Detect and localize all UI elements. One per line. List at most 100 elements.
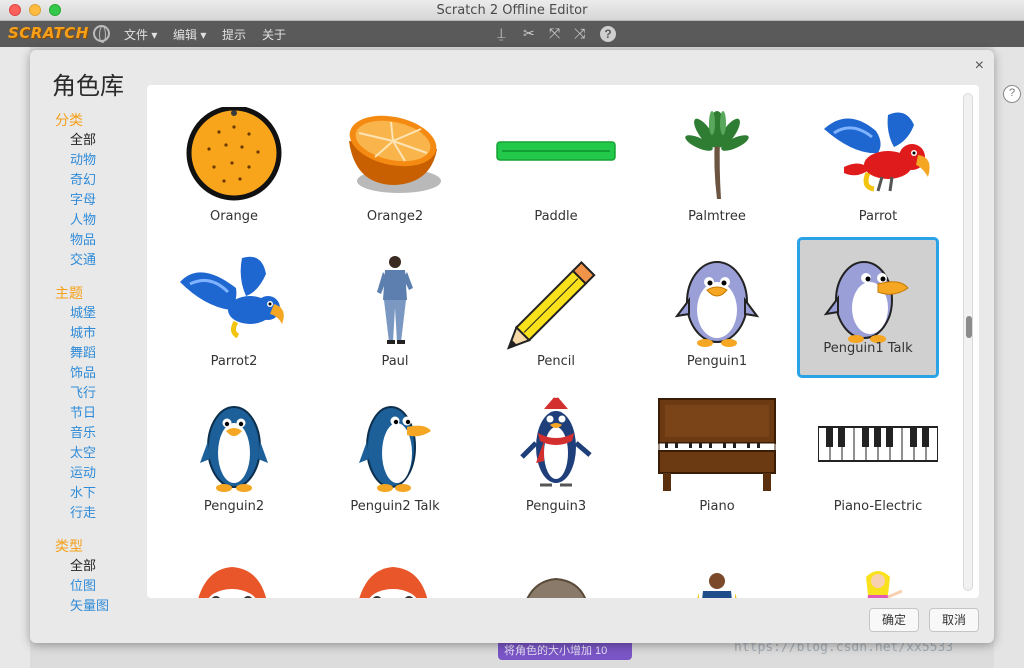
sprite-library-dialog: 角色库 × 分类 全部 动物 奇幻 字母 人物 物品 交通 主题 城堡 城市 舞… <box>30 50 994 643</box>
type-item-vector[interactable]: 矢量图 <box>55 596 145 616</box>
penguin-icon <box>823 261 909 343</box>
sprite-tile-orange[interactable]: Orange <box>163 105 305 246</box>
sprite-name: Pencil <box>537 354 575 369</box>
sprite-name: Parrot2 <box>210 354 258 369</box>
category-group-title: 分类 <box>55 112 83 128</box>
theme-item-sports[interactable]: 运动 <box>55 463 145 483</box>
person-icon <box>697 573 737 598</box>
type-item-all[interactable]: 全部 <box>55 556 145 576</box>
theme-item-music[interactable]: 音乐 <box>55 423 145 443</box>
type-group-title: 类型 <box>55 538 83 554</box>
category-item-animals[interactable]: 动物 <box>55 150 145 170</box>
scrollbar-thumb[interactable] <box>966 316 972 338</box>
sprite-tile-penguin1-talk[interactable]: Penguin1 Talk <box>797 237 939 378</box>
sprite-name: Orange <box>209 209 259 224</box>
menu-file[interactable]: 文件 ▾ <box>124 26 157 43</box>
dialog-title: 角色库 <box>52 72 124 100</box>
sprite-name: Paddle <box>534 209 578 224</box>
theme-item-castle[interactable]: 城堡 <box>55 303 145 323</box>
category-item-letters[interactable]: 字母 <box>55 190 145 210</box>
sprite-tile-penguin2-talk[interactable]: Penguin2 Talk <box>324 395 466 536</box>
window-titlebar: Scratch 2 Offline Editor <box>0 0 1024 21</box>
window-title: Scratch 2 Offline Editor <box>436 3 588 18</box>
sprite-tile-parrot2[interactable]: Parrot2 <box>163 250 305 391</box>
sprite-name: Palmtree <box>688 209 746 224</box>
sprite-tile-partial[interactable] <box>807 545 949 598</box>
theme-item-flying[interactable]: 飞行 <box>55 383 145 403</box>
type-group: 类型 全部 位图 矢量图 <box>55 536 145 616</box>
theme-item-space[interactable]: 太空 <box>55 443 145 463</box>
sprite-grid-panel: Orange Orange2 Paddle Palmtree Parrot Pa… <box>147 85 979 598</box>
sprite-tile-penguin2[interactable]: Penguin2 <box>163 395 305 536</box>
stamp-icon[interactable]: ⍊ <box>497 25 505 42</box>
theme-item-city[interactable]: 城市 <box>55 323 145 343</box>
person-icon <box>377 256 413 344</box>
background-stage-panel <box>0 47 30 668</box>
sprite-tile-partial[interactable] <box>163 545 305 598</box>
orange-half-icon <box>349 115 441 193</box>
theme-item-walking[interactable]: 行走 <box>55 503 145 523</box>
cancel-button[interactable]: 取消 <box>929 608 979 632</box>
type-item-bitmap[interactable]: 位图 <box>55 576 145 596</box>
character-icon <box>198 567 267 598</box>
globe-icon[interactable] <box>93 25 110 43</box>
theme-item-dress-up[interactable]: 饰品 <box>55 363 145 383</box>
sprite-name: Orange2 <box>366 209 424 224</box>
background-scripts-panel <box>994 47 1024 668</box>
theme-group: 主题 城堡 城市 舞蹈 饰品 飞行 节日 音乐 太空 运动 水下 行走 <box>55 283 145 523</box>
person-icon <box>866 571 903 598</box>
sprite-name: Piano-Electric <box>833 499 923 514</box>
sprite-tile-partial[interactable] <box>324 545 466 598</box>
help-icon[interactable]: ? <box>1003 85 1021 103</box>
category-sidebar: 分类 全部 动物 奇幻 字母 人物 物品 交通 主题 城堡 城市 舞蹈 饰品 飞… <box>55 110 145 629</box>
category-item-things[interactable]: 物品 <box>55 230 145 250</box>
sprite-tile-penguin1[interactable]: Penguin1 <box>646 250 788 391</box>
character-icon <box>359 567 428 598</box>
piano-icon <box>658 398 776 491</box>
sprite-tile-parrot[interactable]: Parrot <box>807 105 949 246</box>
pencil-icon <box>506 260 596 350</box>
shrink-icon[interactable]: ⤨ <box>574 25 585 42</box>
sprite-tile-penguin3[interactable]: Penguin3 <box>485 395 627 536</box>
sprite-tile-partial[interactable] <box>485 545 627 598</box>
category-item-fantasy[interactable]: 奇幻 <box>55 170 145 190</box>
sprite-tile-palmtree[interactable]: Palmtree <box>646 105 788 246</box>
hat-icon <box>526 577 586 598</box>
sprite-tile-piano-electric[interactable]: Piano-Electric <box>807 395 949 536</box>
parrot-icon <box>180 256 284 339</box>
theme-item-holiday[interactable]: 节日 <box>55 403 145 423</box>
parrot-icon <box>824 112 930 192</box>
theme-item-dance[interactable]: 舞蹈 <box>55 343 145 363</box>
sprite-tile-orange2[interactable]: Orange2 <box>324 105 466 246</box>
sprite-tile-paul[interactable]: Paul <box>324 250 466 391</box>
sprite-tile-paddle[interactable]: Paddle <box>485 105 627 246</box>
sprite-name: Penguin1 <box>686 354 748 369</box>
category-item-people[interactable]: 人物 <box>55 210 145 230</box>
close-icon[interactable]: × <box>975 57 984 75</box>
category-item-transportation[interactable]: 交通 <box>55 250 145 270</box>
category-item-all[interactable]: 全部 <box>55 130 145 150</box>
penguin-icon <box>520 397 592 487</box>
sprite-name: Piano <box>699 499 735 514</box>
paddle-icon <box>496 141 616 161</box>
ok-button[interactable]: 确定 <box>869 608 919 632</box>
menu-edit[interactable]: 编辑 ▾ <box>173 26 206 43</box>
help-icon[interactable]: ? <box>600 26 616 42</box>
sprite-name: Penguin2 Talk <box>350 499 440 514</box>
scratch-menubar: SCRATCH 文件 ▾ 编辑 ▾ 提示 关于 ⍊ ✂ ⤧ ⤨ ? <box>0 21 1024 47</box>
menu-tips[interactable]: 提示 <box>222 26 246 43</box>
sprite-tile-piano[interactable]: Piano <box>646 395 788 536</box>
sprite-tile-pencil[interactable]: Pencil <box>485 250 627 391</box>
sprite-tile-partial[interactable] <box>646 545 788 598</box>
penguin-icon <box>359 406 431 492</box>
cut-icon[interactable]: ✂ <box>523 25 535 42</box>
grow-icon[interactable]: ⤧ <box>549 25 560 42</box>
theme-item-underwater[interactable]: 水下 <box>55 483 145 503</box>
menu-about[interactable]: 关于 <box>262 26 286 43</box>
sprite-name: Penguin2 <box>203 499 265 514</box>
scratch-logo[interactable]: SCRATCH <box>8 24 89 42</box>
sprite-name: Paul <box>381 354 409 369</box>
penguin-icon <box>674 261 760 347</box>
keyboard-icon <box>818 426 938 462</box>
sprite-grid-scrollbar[interactable] <box>963 93 973 591</box>
